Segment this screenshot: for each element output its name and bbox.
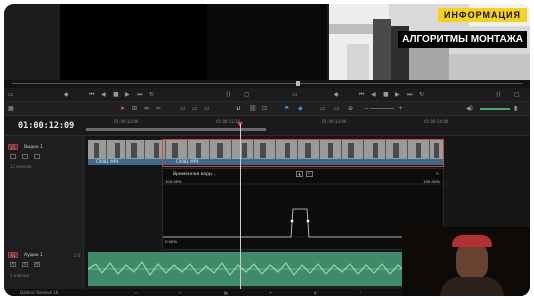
mute-button[interactable]: M: [34, 262, 40, 267]
play-right-icon[interactable]: ▶: [395, 91, 400, 99]
loop-right-icon[interactable]: ↻: [419, 91, 424, 99]
topic-tag: АЛГОРИТМЫ МОНТАЖА: [398, 31, 527, 48]
speaker-icon[interactable]: ◀): [466, 105, 473, 113]
audio-track-clip-count: 1 клипов: [10, 273, 29, 278]
viewer-scrub-bar[interactable]: [4, 80, 530, 88]
ruler-tick-label: 01:00:12:00: [114, 119, 139, 124]
marker-icon[interactable]: ◆: [298, 105, 303, 113]
replace-icon[interactable]: ▭: [204, 105, 210, 113]
zoom-slider[interactable]: [370, 108, 394, 109]
edit-page-icon[interactable]: ▤: [224, 290, 228, 295]
match-frame-icon[interactable]: ▢: [244, 91, 250, 99]
selected-clip[interactable]: [162, 139, 444, 167]
audio-waveform: [88, 260, 413, 277]
playhead[interactable]: [240, 124, 241, 296]
auto-select-icon[interactable]: [22, 154, 28, 159]
transport-bar: ▭ ◆ ⏮ ◀ ■ ▶ ⏭ ↻ ⟨⟩ ▢ ▭ ◆ ⏮ ◀ ■ ▶ ⏭ ↻ ⟨⟩ …: [4, 88, 530, 102]
timeline-viewer[interactable]: [207, 4, 327, 80]
layout-icon[interactable]: ▦: [8, 105, 14, 113]
presenter-bandana: [452, 235, 492, 247]
match-frame-right-icon[interactable]: ▢: [514, 91, 520, 99]
link-icon[interactable]: ⛓: [249, 105, 257, 113]
fusion-page-icon[interactable]: ✦: [269, 290, 272, 295]
zoom-full-icon[interactable]: ▭: [320, 105, 326, 113]
reverse-right-icon[interactable]: ◀: [371, 91, 376, 99]
snapping-icon[interactable]: ∪: [236, 105, 240, 113]
play-icon[interactable]: ▶: [125, 91, 130, 99]
jog-icon[interactable]: ◆: [64, 91, 69, 99]
audio-level-slider[interactable]: [480, 108, 510, 110]
jog-right-icon[interactable]: ◆: [334, 91, 339, 99]
timecode-display: 01:00:12:09: [18, 121, 75, 131]
curve-keyframe: [290, 219, 294, 223]
viewer-left-padding: [4, 4, 60, 80]
go-to-start-icon[interactable]: ⏮: [89, 91, 94, 99]
overwrite-icon[interactable]: ▭: [192, 105, 198, 113]
color-page-icon[interactable]: ◐: [314, 290, 318, 295]
scrub-handle[interactable]: [296, 81, 300, 86]
app-name: DaVinci Resolve 16: [20, 290, 59, 295]
stop-icon[interactable]: ■: [113, 91, 119, 99]
timeline-ruler[interactable]: [86, 128, 266, 131]
record-arm-button[interactable]: R: [10, 262, 16, 267]
ruler-tick-label: 01:00:14:00: [424, 119, 449, 124]
position-lock-icon[interactable]: ⊡: [262, 105, 267, 113]
dynamic-trim-icon[interactable]: ⇔: [144, 105, 149, 113]
source-viewer[interactable]: [60, 4, 210, 80]
zoom-out-icon[interactable]: −: [364, 105, 369, 113]
cut-page-icon[interactable]: ✂: [179, 290, 182, 295]
in-out-icon[interactable]: ⟨⟩: [226, 91, 231, 99]
viewer-options-right-icon[interactable]: ▭: [292, 91, 298, 99]
zoom-in-icon[interactable]: +: [398, 105, 403, 113]
viewer-options-icon[interactable]: ▭: [8, 91, 14, 99]
track-headers: V1 Видео 1 12 клипов A1 Аудио 1 2.0 R S …: [4, 136, 84, 296]
edit-toolbar: ▦ ➤ ⊞ ⇔ ✂ ▭ ▭ ▭ ∪ ⛓ ⊡ ⚑ ◆ ▭ ▭ ⊕ − + ◀) ▮: [4, 102, 530, 116]
volume-icon[interactable]: ▮: [514, 105, 517, 113]
trim-tool-icon[interactable]: ⊞: [132, 105, 137, 113]
track-visibility-icon[interactable]: [34, 154, 40, 159]
fairlight-page-icon[interactable]: ♪: [359, 290, 362, 295]
flag-icon[interactable]: ⚑: [284, 105, 289, 113]
video-track-name[interactable]: Видео 1: [24, 145, 43, 150]
zoom-detail-icon[interactable]: ▭: [334, 105, 340, 113]
davinci-resolve-window: ИНФОРМАЦИЯ АЛГОРИТМЫ МОНТАЖА ▭ ◆ ⏮ ◀ ■ ▶…: [4, 4, 530, 296]
solo-button[interactable]: S: [22, 262, 28, 267]
clip1-label[interactable]: C0081.MP4: [96, 159, 119, 165]
stop-right-icon[interactable]: ■: [383, 91, 389, 99]
track-lock-icon[interactable]: [10, 154, 16, 159]
clip-thumbnail: [88, 140, 107, 159]
timeline-header: 01:00:12:09 01:00:12:00 01:00:12:10 01:0…: [4, 116, 530, 136]
presenter-shoulders: [440, 277, 504, 296]
audio-channel-format: 2.0: [74, 253, 81, 258]
go-to-start-right-icon[interactable]: ⏮: [359, 91, 364, 99]
info-tag: ИНФОРМАЦИЯ: [437, 8, 527, 22]
insert-icon[interactable]: ▭: [180, 105, 186, 113]
audio-clip[interactable]: [88, 252, 413, 286]
audio-track-name[interactable]: Аудио 1: [24, 253, 43, 258]
go-to-end-right-icon[interactable]: ⏭: [407, 91, 412, 99]
curve-keyframe: [306, 219, 310, 223]
reverse-icon[interactable]: ◀: [101, 91, 106, 99]
go-to-end-icon[interactable]: ⏭: [137, 91, 142, 99]
media-page-icon[interactable]: ▭: [134, 290, 138, 295]
audio-track-badge[interactable]: A1: [8, 252, 18, 258]
clip-thumbnail: [126, 140, 145, 159]
clip-thumbnail: [107, 140, 126, 159]
in-out-right-icon[interactable]: ⟨⟩: [496, 91, 501, 99]
video-track-badge[interactable]: V1: [8, 144, 18, 150]
page-navigation-bar: DaVinci Resolve 16 ▭ ✂ ▤ ✦ ◐ ♪: [4, 289, 402, 296]
blade-tool-icon[interactable]: ✂: [156, 105, 161, 113]
info-overlay: ИНФОРМАЦИЯ АЛГОРИТМЫ МОНТАЖА: [329, 4, 530, 81]
scrub-track: [12, 83, 522, 84]
loop-icon[interactable]: ↻: [149, 91, 154, 99]
webcam-overlay: [402, 227, 530, 296]
video-track-clip-count: 12 клипов: [10, 164, 32, 169]
ruler-tick-label: 01:00:13:00: [322, 119, 347, 124]
zoom-custom-icon[interactable]: ⊕: [348, 105, 353, 113]
selection-tool-icon[interactable]: ➤: [120, 105, 125, 113]
